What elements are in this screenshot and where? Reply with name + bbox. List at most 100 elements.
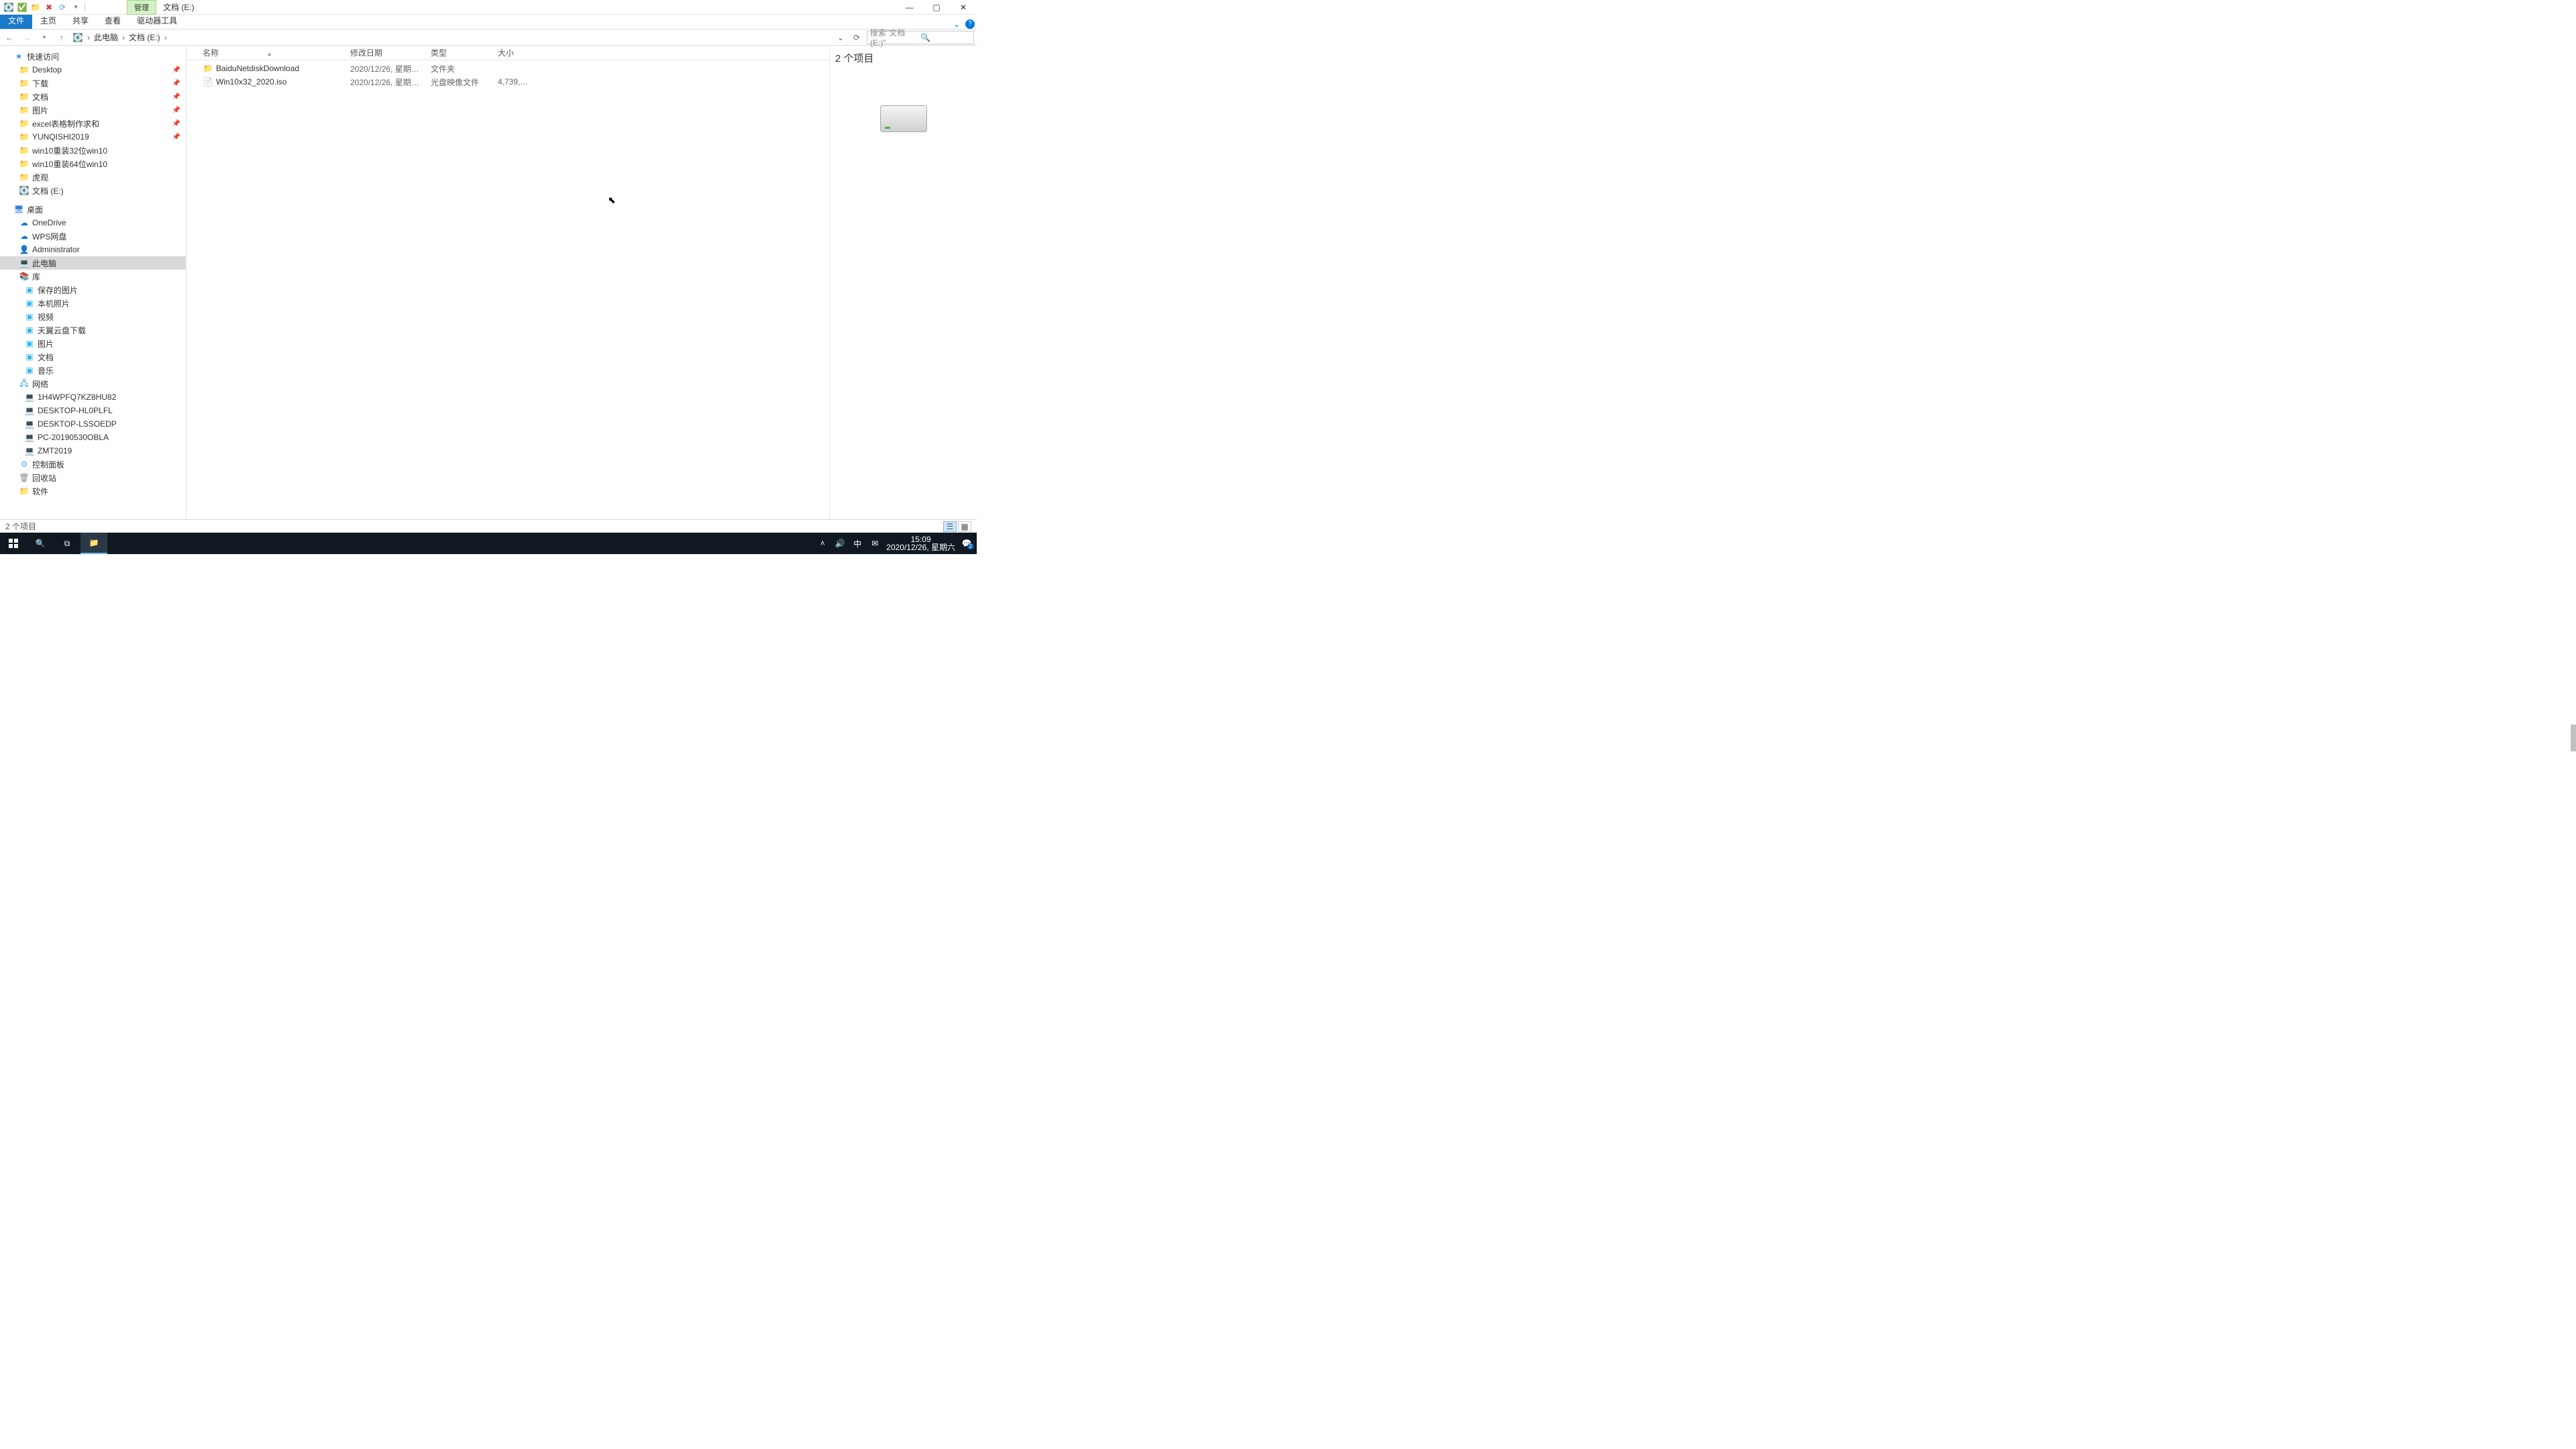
address-dropdown-icon[interactable]: ⌄ (835, 33, 847, 42)
thumb-view-button[interactable]: ▦ (958, 521, 971, 532)
column-type[interactable]: 类型 (425, 47, 492, 58)
sidebar-quick-item[interactable]: 📁Desktop📌 (0, 63, 186, 76)
sidebar-recycle-bin[interactable]: 🗑回收站 (0, 471, 186, 484)
sidebar-network-item[interactable]: 💻1H4WPFQ7KZ8HU82 (0, 390, 186, 404)
sidebar-desktop[interactable]: 🖥桌面 (0, 203, 186, 216)
close-button[interactable]: ✕ (950, 0, 977, 15)
scrollbar-thumb[interactable] (2571, 724, 2576, 751)
sidebar-network-item[interactable]: 💻DESKTOP-LSSOEDP (0, 417, 186, 431)
library-icon: ▣ (24, 284, 35, 295)
pin-icon: 📌 (172, 80, 180, 87)
taskbar[interactable]: 🔍 ⧉ 📁 ˄ 🔊 中 ✉ 15:09 2020/12/26, 星期六 💬 (0, 533, 977, 554)
file-rows: 📁BaiduNetdiskDownload2020/12/26, 星期六 1..… (186, 60, 829, 89)
ribbon-context-tab[interactable]: 管理 (127, 0, 156, 15)
sidebar-label: 软件 (32, 486, 48, 497)
library-icon: ▣ (24, 325, 35, 335)
sidebar-library-item[interactable]: ▣视频 (0, 310, 186, 323)
forward-button[interactable]: → (20, 31, 34, 44)
navigation-pane[interactable]: ★ 快速访问 📁Desktop📌📁下载📌📁文档📌📁图片📌📁excel表格制作求和… (0, 46, 186, 519)
qat-dropdown-icon[interactable]: ▾ (70, 1, 82, 13)
sidebar-item[interactable]: 📁win10重装64位win10 (0, 157, 186, 170)
sidebar-library-item[interactable]: ▣音乐 (0, 364, 186, 377)
star-icon: ★ (13, 51, 24, 62)
sidebar-control-panel[interactable]: ⚙控制面板 (0, 458, 186, 471)
help-icon[interactable]: ? (963, 18, 977, 29)
sidebar-item[interactable]: 📁虎观 (0, 170, 186, 184)
tray-overflow-icon[interactable]: ˄ (816, 539, 828, 548)
sidebar-this-pc[interactable]: 💻此电脑 (0, 256, 186, 270)
sidebar-network-item[interactable]: 💻PC-20190530OBLA (0, 431, 186, 444)
sidebar-network-item[interactable]: 💻ZMT2019 (0, 444, 186, 458)
minimize-button[interactable]: — (896, 0, 923, 15)
start-button[interactable] (0, 533, 27, 554)
folder-icon: 📁 (19, 118, 30, 129)
pc-icon: 💻 (19, 258, 30, 268)
sidebar-library-item[interactable]: ▣文档 (0, 350, 186, 364)
sidebar-library-item[interactable]: ▣图片 (0, 337, 186, 350)
sidebar-network[interactable]: 🖧网络 (0, 377, 186, 390)
action-center-icon[interactable]: 💬 (961, 539, 973, 548)
sidebar-library-item[interactable]: ▣保存的图片 (0, 283, 186, 297)
search-icon[interactable]: 🔍 (920, 33, 971, 42)
mail-icon[interactable]: ✉ (869, 539, 881, 548)
sidebar-administrator[interactable]: 👤Administrator (0, 243, 186, 256)
taskbar-search-button[interactable]: 🔍 (27, 533, 54, 554)
volume-icon[interactable]: 🔊 (834, 539, 846, 548)
taskbar-explorer-button[interactable]: 📁 (80, 533, 107, 554)
pc-icon: 💻 (24, 445, 35, 456)
file-name: BaiduNetdiskDownload (216, 64, 299, 73)
column-size[interactable]: 大小 (492, 47, 546, 58)
qat-undo-icon[interactable]: ⟳ (56, 1, 68, 13)
column-headers[interactable]: 名称 ▴ 修改日期 类型 大小 (186, 46, 829, 60)
file-row[interactable]: 📁BaiduNetdiskDownload2020/12/26, 星期六 1..… (186, 62, 829, 75)
qat-newfolder-icon[interactable]: 📁 (30, 1, 42, 13)
sidebar-library-item[interactable]: ▣天翼云盘下载 (0, 323, 186, 337)
mouse-cursor-icon: ⬉ (608, 195, 616, 206)
library-icon: ▣ (24, 365, 35, 376)
sidebar-library-item[interactable]: ▣本机照片 (0, 297, 186, 310)
sidebar-item-label: 保存的图片 (38, 284, 78, 296)
sidebar-software[interactable]: 📁软件 (0, 484, 186, 498)
qat-delete-icon[interactable]: ✖ (43, 1, 55, 13)
file-row[interactable]: 📄Win10x32_2020.iso2020/12/26, 星期六 1...光盘… (186, 75, 829, 89)
ribbon-collapse-icon[interactable]: ⌄ (950, 19, 963, 29)
sidebar-label: OneDrive (32, 218, 66, 227)
sidebar-onedrive[interactable]: ☁OneDrive (0, 216, 186, 229)
sidebar-item[interactable]: 💽文档 (E:) (0, 184, 186, 197)
address-bar[interactable]: 💽 › 此电脑 › 文档 (E:) › (72, 30, 830, 44)
sidebar-libraries[interactable]: 📚库 (0, 270, 186, 283)
back-button[interactable]: ← (3, 31, 16, 44)
sidebar-quick-item[interactable]: 📁YUNQISHI2019📌 (0, 130, 186, 144)
taskbar-clock[interactable]: 15:09 2020/12/26, 星期六 (886, 535, 955, 551)
details-view-button[interactable]: ☰ (943, 521, 957, 532)
sidebar-quick-item[interactable]: 📁下载📌 (0, 76, 186, 90)
search-placeholder: 搜索"文档 (E:)" (870, 27, 920, 48)
sidebar-quick-item[interactable]: 📁文档📌 (0, 90, 186, 103)
column-date[interactable]: 修改日期 (345, 47, 425, 58)
folder-icon: 📁 (203, 63, 213, 74)
recent-dropdown-icon[interactable]: ▾ (38, 31, 51, 44)
sidebar-item-label: DESKTOP-LSSOEDP (38, 419, 117, 429)
title-bar: 💽 ✅ 📁 ✖ ⟳ ▾ 管理 文档 (E:) — ▢ ✕ (0, 0, 977, 15)
search-input[interactable]: 搜索"文档 (E:)" 🔍 (867, 31, 974, 44)
sidebar-item[interactable]: 📁win10重装32位win10 (0, 144, 186, 157)
ime-indicator[interactable]: 中 (851, 538, 863, 549)
sidebar-quick-access[interactable]: ★ 快速访问 (0, 50, 186, 63)
file-list[interactable]: 名称 ▴ 修改日期 类型 大小 📁BaiduNetdiskDownload202… (186, 46, 829, 519)
content-area: 名称 ▴ 修改日期 类型 大小 📁BaiduNetdiskDownload202… (186, 46, 977, 519)
sidebar-quick-item[interactable]: 📁图片📌 (0, 103, 186, 117)
qat-properties-icon[interactable]: ✅ (16, 1, 28, 13)
refresh-button[interactable]: ⟳ (851, 33, 863, 42)
sidebar-quick-item[interactable]: 📁excel表格制作求和📌 (0, 117, 186, 130)
sidebar-item-label: 文档 (E:) (32, 185, 64, 197)
sidebar-network-item[interactable]: 💻DESKTOP-HL0PLFL (0, 404, 186, 417)
sidebar-wps[interactable]: ☁WPS网盘 (0, 229, 186, 243)
column-name[interactable]: 名称 ▴ (197, 47, 345, 58)
sidebar-item-label: 1H4WPFQ7KZ8HU82 (38, 392, 116, 402)
maximize-button[interactable]: ▢ (923, 0, 950, 15)
task-view-button[interactable]: ⧉ (54, 533, 80, 554)
breadcrumb-pc[interactable]: 此电脑 (91, 30, 121, 44)
breadcrumb-drive[interactable]: 文档 (E:) (126, 30, 163, 44)
up-button[interactable]: ↑ (55, 31, 68, 44)
folder-icon: 💽 (19, 185, 30, 196)
